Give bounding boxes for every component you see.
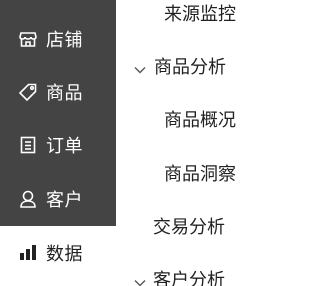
submenu-item-goods-overview[interactable]: 商品概况 (164, 110, 236, 132)
sidebar-item-store[interactable]: 店铺 (0, 12, 116, 65)
sidebar-item-label: 订单 (46, 135, 83, 157)
sidebar-item-label: 商品 (46, 82, 83, 104)
submenu-item-source-monitoring[interactable]: 来源监控 (164, 4, 236, 26)
sidebar-item-label: 客户 (46, 189, 83, 211)
user-icon (18, 189, 38, 209)
secondary-submenu: 来源监控 商品分析 商品概况 商品洞察 交易分析 客户分析 (116, 0, 295, 286)
app-frame: 店铺 商品 订单 客户 数据 来源监控 商品分析 商品概况 商品洞察 交易分析 … (0, 0, 295, 286)
submenu-item-trade-analysis[interactable]: 交易分析 (153, 217, 225, 239)
chevron-down-icon[interactable] (133, 62, 147, 76)
sidebar-item-order[interactable]: 订单 (0, 118, 116, 171)
tag-icon (18, 82, 38, 102)
sidebar-item-product[interactable]: 商品 (0, 65, 116, 118)
chevron-down-icon[interactable] (133, 275, 147, 286)
submenu-item-customer-analysis[interactable]: 客户分析 (153, 270, 225, 286)
order-list-icon (18, 135, 38, 155)
primary-sidebar: 店铺 商品 订单 客户 (0, 0, 116, 226)
sidebar-item-label: 店铺 (46, 29, 83, 51)
sidebar-item-data[interactable]: 数据 (0, 226, 116, 279)
sidebar-item-customer[interactable]: 客户 (0, 172, 116, 225)
submenu-item-goods-analysis[interactable]: 商品分析 (154, 57, 226, 79)
submenu-item-goods-insight[interactable]: 商品洞察 (164, 164, 236, 186)
bar-chart-icon (18, 243, 38, 263)
store-icon (18, 29, 38, 49)
sidebar-item-label: 数据 (46, 243, 83, 265)
